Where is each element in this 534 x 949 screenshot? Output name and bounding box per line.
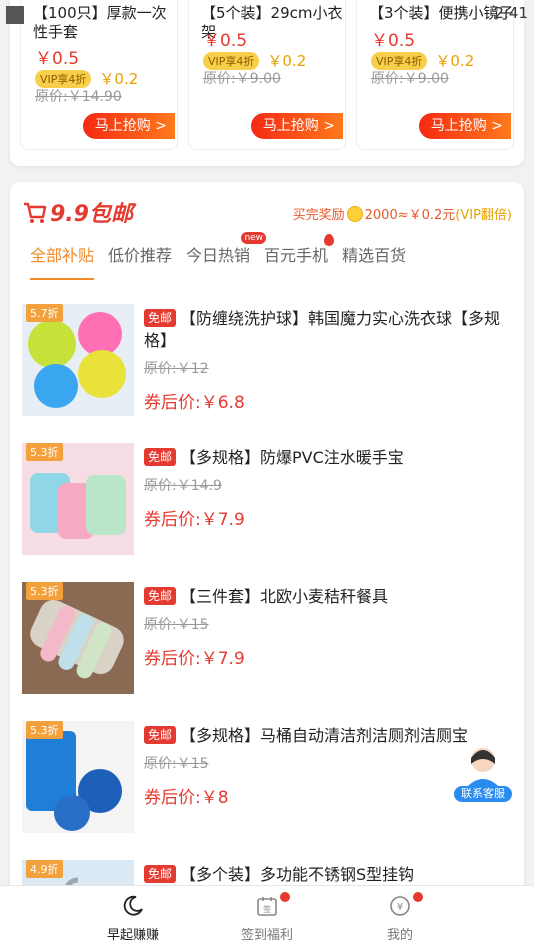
free-shipping-tag: 免邮 (144, 865, 177, 883)
coupon-price: 券后价:￥6.8 (144, 393, 245, 413)
tab-all-subsidy[interactable]: 全部补贴 (30, 242, 95, 280)
app-screen: 2:41 【100只】厚款一次性手套 ￥0.5 VIP享4折 ￥0.2 原价:￥… (0, 0, 534, 949)
notification-dot (413, 892, 423, 902)
discount-badge: 5.3折 (26, 721, 63, 739)
moon-icon (123, 895, 143, 916)
original-price: 原价:￥14.90 (35, 89, 122, 105)
item-title-text: 【多个装】多功能不锈钢S型挂钩 (180, 865, 415, 884)
coupon-price: 券后价:￥7.9 (144, 510, 245, 530)
list-item[interactable]: 5.7折 免邮 【防缠绕洗护球】韩国魔力实心洗衣球【多规格】 原价:￥12 券后价… (22, 304, 512, 416)
original-price: 原价:￥15 (144, 617, 209, 633)
tab-hot-today[interactable]: 今日热销 new (186, 232, 267, 280)
item-title-text: 【防缠绕洗护球】韩国魔力实心洗衣球【多规格】 (144, 309, 501, 350)
section-logo-text: 9.9包邮 (50, 202, 133, 227)
calendar-icon: 签 (257, 897, 277, 916)
nav-item-checkin[interactable]: 签 签到福利 (222, 892, 312, 943)
grab-button[interactable]: 马上抢购 > (250, 113, 343, 139)
reward-value: 2000≈￥0.2元 (364, 208, 456, 223)
nav-label: 我的 (386, 928, 413, 943)
tab-label: 全部补贴 (30, 246, 95, 265)
discount-badge: 5.3折 (26, 443, 63, 461)
original-price: 原价:￥14.9 (144, 478, 222, 494)
service-agent-icon (464, 748, 502, 790)
original-price: 原价:￥9.00 (371, 71, 449, 87)
original-price: 原价:￥12 (144, 361, 209, 377)
original-price: 原价:￥15 (144, 756, 209, 772)
coin-icon (346, 205, 363, 222)
new-badge: new (241, 232, 267, 244)
tab-label: 百元手机 (264, 246, 329, 265)
free-shipping-tag: 免邮 (144, 726, 177, 744)
status-time: 2:41 (494, 4, 528, 22)
item-title: 免邮 【多规格】防爆PVC注水暖手宝 (144, 447, 514, 469)
product-image: 5.3折 (22, 443, 134, 555)
product-image: 5.7折 (22, 304, 134, 416)
item-title-text: 【三件套】北欧小麦秸秆餐具 (180, 587, 389, 606)
status-icon (6, 6, 24, 24)
free-shipping-tag: 免邮 (144, 448, 177, 466)
product-title: 【100只】厚款一次性手套 (33, 4, 167, 41)
nav-label: 早起赚赚 (106, 928, 159, 943)
tab-label: 精选百货 (342, 246, 407, 265)
bottom-nav: 早起赚赚 签 签到福利 ¥ 我的 (0, 885, 534, 949)
nav-item-early-earn[interactable]: 早起赚赚 (88, 894, 178, 943)
nav-label: 签到福利 (240, 928, 293, 943)
discount-badge: 4.9折 (26, 860, 63, 878)
discount-badge: 5.3折 (26, 582, 63, 600)
list-item[interactable]: 5.3折 免邮 【三件套】北欧小麦秸秆餐具 原价:￥15 券后价:￥7.9 (22, 582, 512, 694)
product-tile[interactable]: 【100只】厚款一次性手套 ￥0.5 VIP享4折 ￥0.2 原价:￥14.90… (20, 0, 178, 150)
top-products-card: 【100只】厚款一次性手套 ￥0.5 VIP享4折 ￥0.2 原价:￥14.90… (10, 0, 524, 166)
cart-icon (24, 202, 47, 223)
free-shipping-section: 9.9包邮 买完奖励 2000≈￥0.2元 (VIP翻倍) 全部补贴 低价推荐 … (10, 182, 524, 922)
svg-text:签: 签 (263, 904, 271, 914)
service-label: 联系客服 (454, 786, 512, 802)
discount-badge: 5.7折 (26, 304, 63, 322)
reward-vip: (VIP翻倍) (455, 208, 512, 223)
category-tabs: 全部补贴 低价推荐 今日热销 new 百元手机 精选百货 (30, 232, 420, 280)
product-price: ￥0.5 (203, 31, 248, 51)
wallet-icon: ¥ (390, 896, 410, 916)
product-image: 5.3折 (22, 582, 134, 694)
coupon-price: 券后价:￥8 (144, 788, 229, 808)
product-image: 5.3折 (22, 721, 134, 833)
tab-label: 今日热销 (186, 246, 251, 265)
vip-badge: VIP享4折 (371, 51, 428, 70)
product-price: ￥0.5 (371, 31, 416, 51)
free-shipping-tag: 免邮 (144, 309, 177, 327)
tab-phones[interactable]: 百元手机 (264, 234, 335, 280)
original-price: 原价:￥9.00 (203, 71, 281, 87)
item-title: 免邮 【多个装】多功能不锈钢S型挂钩 (144, 864, 514, 886)
tab-general-goods[interactable]: 精选百货 (342, 242, 406, 280)
grab-button[interactable]: 马上抢购 > (418, 113, 511, 139)
product-tile[interactable]: 【5个装】29cm小衣架 ￥0.5 VIP享4折 ￥0.2 原价:￥9.00 马… (188, 0, 346, 150)
reward-prefix: 买完奖励 (292, 208, 345, 223)
customer-service-button[interactable]: 联系客服 (454, 742, 512, 802)
item-title: 免邮 【三件套】北欧小麦秸秆餐具 (144, 586, 514, 608)
product-tile[interactable]: 【3个装】便携小镜子 ￥0.5 VIP享4折 ￥0.2 原价:￥9.00 马上抢… (356, 0, 514, 150)
tab-label: 低价推荐 (108, 246, 173, 265)
list-item[interactable]: 5.3折 免邮 【多规格】防爆PVC注水暖手宝 原价:￥14.9 券后价:￥7.9 (22, 443, 512, 555)
free-shipping-tag: 免邮 (144, 587, 177, 605)
tab-low-price[interactable]: 低价推荐 (108, 242, 172, 280)
svg-text:¥: ¥ (397, 902, 403, 913)
nav-item-mine[interactable]: ¥ 我的 (355, 892, 445, 943)
notification-dot (280, 892, 290, 902)
list-item[interactable]: 5.3折 免邮 【多规格】马桶自动清洁剂洁厕剂洁厕宝 原价:￥15 券后价:￥8 (22, 721, 512, 833)
coupon-price: 券后价:￥7.9 (144, 649, 245, 669)
flame-icon (324, 234, 335, 246)
reward-info: 买完奖励 2000≈￥0.2元 (VIP翻倍) (293, 204, 512, 223)
grab-button[interactable]: 马上抢购 > (82, 113, 175, 139)
vip-badge: VIP享4折 (203, 51, 260, 70)
item-title: 免邮 【防缠绕洗护球】韩国魔力实心洗衣球【多规格】 (144, 308, 514, 352)
vip-badge: VIP享4折 (35, 69, 92, 88)
product-title: 【3个装】便携小镜子 (369, 4, 514, 22)
item-title-text: 【多规格】马桶自动清洁剂洁厕剂洁厕宝 (180, 726, 469, 745)
item-title-text: 【多规格】防爆PVC注水暖手宝 (180, 448, 404, 467)
product-price: ￥0.5 (35, 49, 80, 69)
section-logo: 9.9包邮 (22, 196, 133, 228)
